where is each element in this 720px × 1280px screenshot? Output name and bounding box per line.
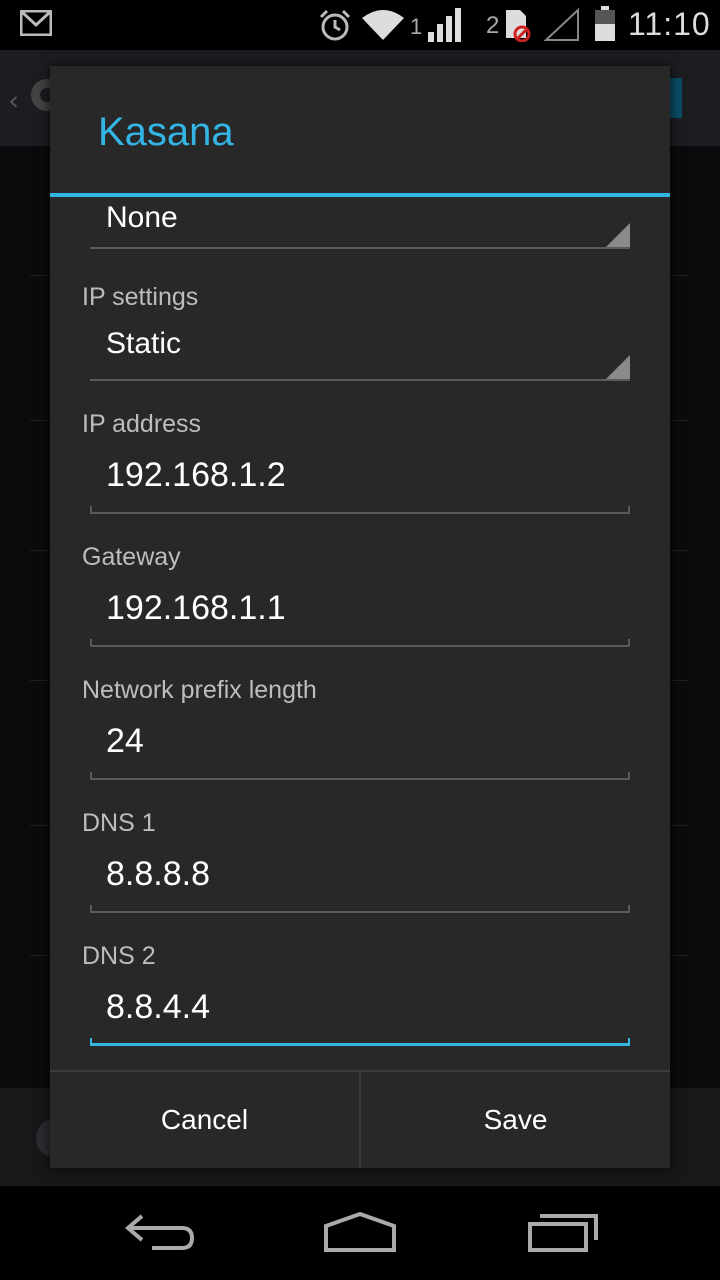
up-caret-icon: ‹ bbox=[8, 84, 20, 117]
alarm-icon bbox=[319, 9, 351, 41]
dialog-content[interactable]: None IP settings Static IP address 192.1… bbox=[50, 197, 670, 1071]
signal-empty-icon bbox=[544, 8, 579, 41]
ip-address-value: 192.168.1.2 bbox=[106, 456, 286, 494]
navigation-bar bbox=[0, 1186, 720, 1280]
prefix-length-label: Network prefix length bbox=[82, 676, 317, 704]
field-underline-tick bbox=[90, 772, 92, 780]
field-underline-tick bbox=[90, 639, 92, 647]
prefix-length-field[interactable]: 24 bbox=[90, 716, 630, 780]
spinner-underline bbox=[90, 247, 630, 249]
field-underline-tick bbox=[90, 1038, 92, 1046]
dns2-value: 8.8.4.4 bbox=[106, 988, 210, 1026]
status-bar: 1 2 11:10 bbox=[0, 0, 720, 50]
status-time: 11:10 bbox=[628, 6, 711, 42]
home-icon[interactable] bbox=[322, 1210, 398, 1254]
sim-blocked-icon bbox=[506, 10, 531, 42]
ip-address-field[interactable]: 192.168.1.2 bbox=[90, 450, 630, 514]
field-underline bbox=[90, 778, 630, 780]
gateway-field[interactable]: 192.168.1.1 bbox=[90, 583, 630, 647]
field-underline-tick bbox=[628, 506, 630, 514]
field-underline bbox=[90, 512, 630, 514]
dns2-label: DNS 2 bbox=[82, 942, 156, 970]
dns1-field[interactable]: 8.8.8.8 bbox=[90, 849, 630, 913]
ip-settings-spinner[interactable]: Static bbox=[90, 321, 630, 381]
field-underline-tick bbox=[628, 772, 630, 780]
dropdown-triangle-icon bbox=[606, 223, 630, 247]
cancel-button[interactable]: Cancel bbox=[50, 1072, 359, 1168]
back-icon[interactable] bbox=[122, 1210, 198, 1254]
ip-settings-value: Static bbox=[106, 327, 182, 360]
spinner-underline bbox=[90, 379, 630, 381]
proxy-spinner[interactable]: None bbox=[90, 197, 630, 249]
dns1-label: DNS 1 bbox=[82, 809, 156, 837]
gmail-icon bbox=[20, 10, 52, 36]
field-underline bbox=[90, 645, 630, 647]
field-underline-tick bbox=[90, 905, 92, 913]
field-underline bbox=[90, 1043, 630, 1046]
prefix-length-value: 24 bbox=[106, 722, 144, 760]
battery-icon bbox=[595, 6, 615, 41]
recents-icon[interactable] bbox=[526, 1210, 602, 1254]
signal-icon bbox=[428, 8, 461, 42]
field-underline-tick bbox=[628, 1038, 630, 1046]
dns1-value: 8.8.8.8 bbox=[106, 855, 210, 893]
ip-settings-label: IP settings bbox=[82, 283, 199, 311]
wifi-config-dialog: Kasana None IP settings Static IP addres… bbox=[50, 66, 670, 1168]
field-underline-tick bbox=[628, 639, 630, 647]
dialog-title: Kasana bbox=[98, 110, 234, 154]
ip-address-label: IP address bbox=[82, 410, 202, 438]
proxy-value: None bbox=[106, 201, 178, 234]
field-underline bbox=[90, 911, 630, 913]
save-button[interactable]: Save bbox=[361, 1072, 670, 1168]
field-underline-tick bbox=[90, 506, 92, 514]
dropdown-triangle-icon bbox=[606, 355, 630, 379]
sim1-number: 1 bbox=[410, 14, 423, 39]
dialog-button-bar: Cancel Save bbox=[50, 1070, 670, 1168]
wifi-icon bbox=[362, 10, 404, 40]
dns2-field[interactable]: 8.8.4.4 bbox=[90, 982, 630, 1046]
gateway-value: 192.168.1.1 bbox=[106, 589, 286, 627]
gateway-label: Gateway bbox=[82, 543, 181, 571]
field-underline-tick bbox=[628, 905, 630, 913]
sim2-number: 2 bbox=[486, 12, 500, 39]
